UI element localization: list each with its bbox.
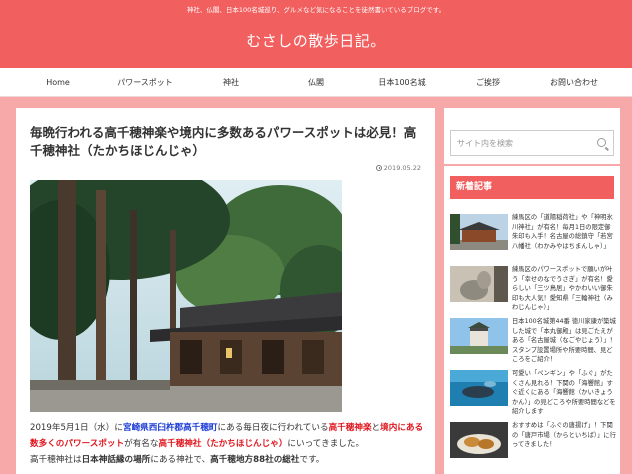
recent-post-thumbnail[interactable] [450, 214, 508, 250]
search-box [450, 130, 614, 156]
highlight-shrine-name: 高千穂神社（たかちほじんじゃ） [158, 439, 288, 449]
highlight-sousha: 高千穂地方88社の総社 [210, 455, 300, 465]
post-body: 2019年5月1日（水）に宮崎県西臼杵郡高千穂町にある毎日夜に行われている高千穂… [30, 420, 430, 468]
recent-post-item[interactable]: 日本100名城第44番 徳川家康が築城した城で「本丸御殿」は見ごたえがある「名古… [450, 317, 616, 365]
recent-post-thumbnail[interactable] [450, 266, 508, 302]
recent-post-title[interactable]: おすすめは「ふぐの唐揚げ」！下関の「唐戸市場（からといちば）」に行ってきました！ [512, 421, 616, 450]
sidebar-search-widget [444, 108, 620, 164]
post-paragraph-1: 2019年5月1日（水）に宮崎県西臼杵郡高千穂町にある毎日夜に行われている高千穂… [30, 423, 424, 449]
nav-item-shrine[interactable]: 神社 [223, 68, 239, 97]
recent-post-item[interactable]: おすすめは「ふぐの唐揚げ」！下関の「唐戸市場（からといちば）」に行ってきました！ [450, 421, 616, 466]
search-input[interactable] [457, 131, 587, 155]
sidebar-recent-widget: 新着記事 練馬区の「道陽稲荷社」や「神明氷川神社」が有名！毎月1日の限定御朱印も… [444, 166, 620, 474]
highlight-kagura: 高千穂神楽 [328, 423, 372, 433]
recent-post-title[interactable]: 練馬区の「道陽稲荷社」や「神明氷川神社」が有名！毎月1日の限定御朱印も入手！名古… [512, 213, 616, 251]
post-date-text: 2019.05.22 [383, 164, 421, 172]
nav-item-powerspot[interactable]: パワースポット [117, 68, 173, 97]
highlight-location: 宮崎県西臼杵郡高千穂町 [122, 423, 218, 433]
recent-post-item[interactable]: 練馬区のパワースポットで願いが叶う「幸せのなでうさぎ」が有名！愛らしい「三ツ鳥居… [450, 265, 616, 313]
recent-post-item[interactable]: 練馬区の「道陽稲荷社」や「神明氷川神社」が有名！毎月1日の限定御朱印も入手！名古… [450, 214, 614, 258]
recent-post-item[interactable]: 可愛い「ペンギン」や「ふぐ」がたくさん見れる！下関の「海響館」すぐ近くにある「海… [450, 369, 616, 417]
shrine-photo-illustration [30, 180, 342, 412]
nav-item-greeting[interactable]: ご挨拶 [476, 68, 500, 97]
recent-post-title[interactable]: 日本100名城第44番 徳川家康が築城した城で「本丸御殿」は見ごたえがある「名古… [512, 317, 616, 365]
site-tagline: 神社、仏閣、日本100名城巡り、グルメなど気になることを徒然書いているブログです… [186, 6, 446, 14]
shrine-photo [30, 180, 342, 412]
nav-item-temple[interactable]: 仏閣 [308, 68, 324, 97]
search-icon[interactable] [597, 138, 606, 147]
recent-posts-heading: 新着記事 [450, 176, 614, 199]
nav-item-home[interactable]: Home [46, 68, 70, 97]
global-nav: Home パワースポット 神社 仏閣 日本100名城 ご挨拶 お問い合わせ [0, 68, 632, 97]
nav-item-castles[interactable]: 日本100名城 [378, 68, 425, 97]
highlight-myth: 日本神話縁の場所 [81, 455, 151, 465]
post-title: 毎晩行われる高千穂神楽や境内に多数あるパワースポットは必見！高千穂神社（たかちほ… [30, 125, 417, 158]
recent-post-thumbnail[interactable] [450, 370, 508, 406]
post-date: 2019.05.22 [375, 164, 421, 172]
site-header: 神社、仏閣、日本100名城巡り、グルメなど気になることを徒然書いているブログです… [0, 0, 632, 68]
nav-item-contact[interactable]: お問い合わせ [550, 68, 598, 97]
article-card: 毎晩行われる高千穂神楽や境内に多数あるパワースポットは必見！高千穂神社（たかちほ… [16, 108, 435, 474]
recent-post-thumbnail[interactable] [450, 318, 508, 354]
recent-post-title[interactable]: 練馬区のパワースポットで願いが叶う「幸せのなでうさぎ」が有名！愛らしい「三ツ鳥居… [512, 265, 616, 313]
recent-post-title[interactable]: 可愛い「ペンギン」や「ふぐ」がたくさん見れる！下関の「海響館」すぐ近くにある「海… [512, 369, 616, 417]
recent-post-thumbnail[interactable] [450, 422, 508, 458]
site-title[interactable]: むさしの散歩日記。 [0, 30, 632, 51]
clock-icon [375, 165, 382, 171]
post-paragraph-2: 高千穂神社は日本神話縁の場所にある神社で、高千穂地方88社の総社です。 [30, 455, 325, 465]
